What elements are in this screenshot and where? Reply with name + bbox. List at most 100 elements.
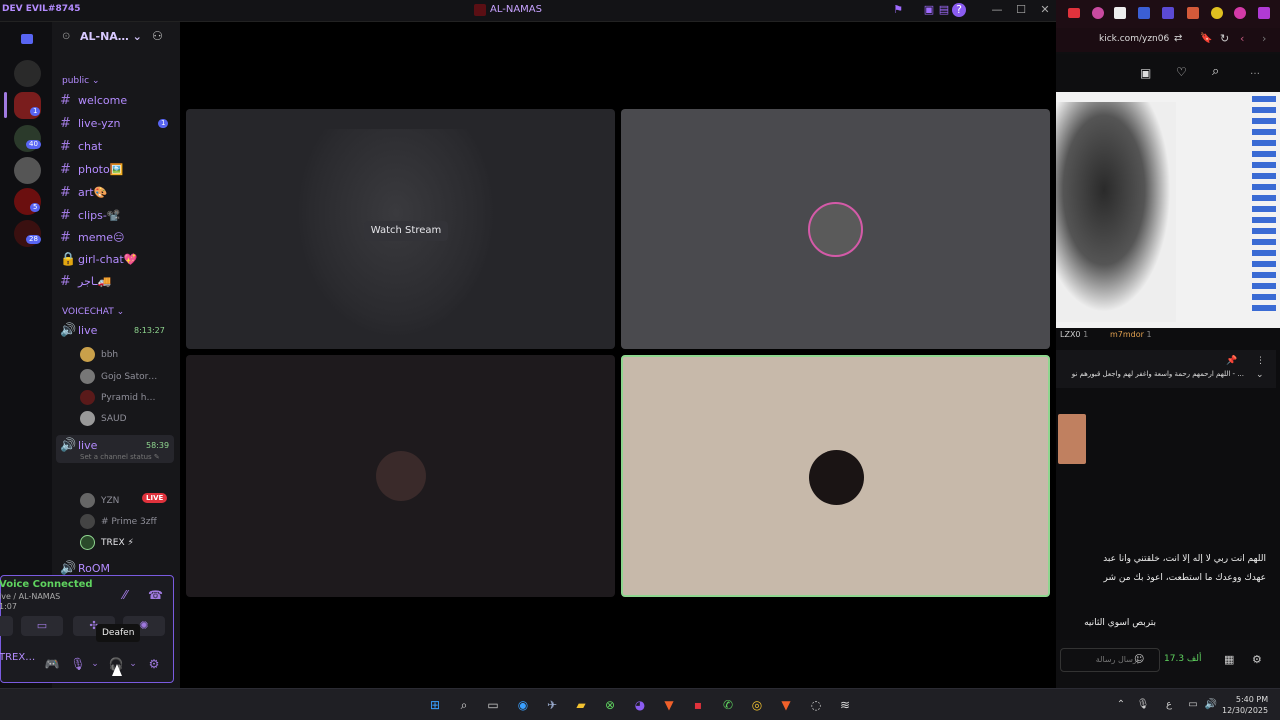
channel-meme[interactable]: # meme😑 (60, 227, 176, 248)
more-icon[interactable]: ⋮ (1256, 356, 1265, 366)
chevron-down-icon[interactable]: ⌄ (125, 656, 141, 672)
chevron-up-icon[interactable]: ⌃ (1112, 697, 1130, 713)
menu-icon[interactable]: … (1250, 66, 1260, 77)
channel-status[interactable]: Set a channel status ✎ (80, 453, 160, 461)
category-public[interactable]: public ⌄ (62, 76, 100, 86)
voice-status[interactable]: Voice Connected (0, 579, 93, 590)
minimize-icon[interactable]: — (988, 3, 1006, 17)
discord-icon[interactable]: ◕ (631, 697, 649, 713)
invite-people-icon[interactable]: ⚇ (152, 29, 163, 43)
close-icon[interactable]: ✕ (1036, 3, 1054, 17)
task-view-icon[interactable]: ▭ (484, 697, 502, 713)
user-tile[interactable] (621, 109, 1050, 349)
tab-icon[interactable] (1114, 7, 1126, 19)
pinned-message[interactable]: 📌 ⋮ ... - اللهم ارحمهم رحمة واسعة واغفر … (1056, 350, 1276, 388)
tab-icon[interactable] (1162, 7, 1174, 19)
windows-start-icon[interactable]: ⊞ (426, 697, 444, 713)
tab-icon[interactable] (1138, 7, 1150, 19)
user-tile-speaking[interactable] (621, 355, 1050, 597)
forward-icon[interactable]: › (1262, 32, 1266, 45)
tab-icon[interactable] (1187, 7, 1199, 19)
settings-gear-icon[interactable]: ⚙ (146, 656, 162, 672)
watch-stream-button[interactable]: Watch Stream (364, 221, 448, 241)
game-controller-icon[interactable]: 🎮 (44, 656, 60, 672)
direct-messages-icon[interactable] (21, 34, 33, 44)
inbox-icon[interactable]: ▤ (937, 3, 951, 17)
search-icon[interactable]: ⌕ (455, 697, 473, 713)
brave-icon[interactable]: ▼ (660, 697, 678, 713)
address-bar[interactable]: kick.com/yzn06 ⇄ 🔖 ↻ ‹ › (1056, 28, 1280, 52)
brave-icon[interactable]: ▼ (777, 697, 795, 713)
maximize-icon[interactable]: ☐ (1012, 3, 1030, 17)
channel-art[interactable]: # art🎨 (60, 182, 176, 203)
voice-user[interactable]: # Prime 3zff (80, 514, 157, 529)
url-text[interactable]: kick.com/yzn06 (1099, 34, 1169, 44)
chevron-down-icon[interactable]: ⌄ (87, 656, 103, 672)
tab-icon[interactable] (1211, 7, 1223, 19)
app-icon[interactable]: ◌ (807, 697, 825, 713)
disconnect-icon[interactable]: ☎ (148, 588, 163, 602)
camera-button[interactable] (0, 616, 13, 636)
voice-user[interactable]: Gojo Sator… (80, 369, 157, 384)
chat-user[interactable]: m7mdor 1 (1110, 330, 1152, 339)
xbox-icon[interactable]: ⊗ (601, 697, 619, 713)
voice-user[interactable]: SAUD (80, 411, 127, 426)
network-icon[interactable]: ▭ (1184, 697, 1202, 713)
youtube-icon[interactable] (1068, 8, 1080, 18)
category-voicechat[interactable]: VOICECHAT ⌄ (62, 307, 124, 317)
back-icon[interactable]: ‹ (1240, 32, 1244, 45)
channel-girl-chat[interactable]: 🔒 girl-chat💖 (60, 249, 176, 270)
microphone-icon[interactable]: 🎙 (70, 656, 86, 672)
steam-icon[interactable]: ✈ (543, 697, 561, 713)
help-icon[interactable]: ? (952, 3, 966, 17)
inbox-flag-icon[interactable]: ⚑ (891, 3, 905, 17)
voice-channel-live-active[interactable]: 🔊 live 58:39 Set a channel status ✎ (56, 435, 174, 463)
channel-arabic[interactable]: # ـاجر🚚 (60, 271, 176, 292)
language-indicator[interactable]: ع (1160, 697, 1178, 713)
screen-icon[interactable]: ▣ (922, 3, 936, 17)
search-icon[interactable]: ⌕ (1212, 64, 1219, 79)
voice-user[interactable]: TREX ⚡ (80, 535, 134, 550)
server-icon[interactable] (14, 60, 41, 87)
tab-icon[interactable] (1258, 7, 1270, 19)
edge-icon[interactable]: ◉ (514, 697, 532, 713)
user-tile[interactable] (186, 355, 615, 597)
noise-suppression-icon[interactable]: ⁄⁄ (123, 588, 127, 602)
server-name[interactable]: AL-NA… ⌄ (80, 30, 142, 43)
emoji-icon[interactable]: ☺ (1134, 654, 1144, 665)
chrome-icon[interactable]: ◎ (748, 697, 766, 713)
voice-user[interactable]: YZN LIVE (80, 493, 168, 508)
chat-input[interactable]: إرسال رسالة (1060, 648, 1160, 672)
screen-share-button[interactable]: ▭ (21, 616, 63, 636)
voice-user[interactable]: Pyramid h… (80, 390, 156, 405)
clock[interactable]: 5:40 PM 12/30/2025 (1222, 694, 1268, 716)
chevron-down-icon[interactable]: ⌄ (1256, 370, 1264, 380)
channel-clips[interactable]: # clips-📽️ (60, 205, 176, 226)
volume-icon[interactable]: 🔊 (1202, 697, 1220, 713)
channel-live-yzn[interactable]: # live-yzn 1 (60, 113, 176, 134)
tune-icon[interactable]: ⇄ (1174, 33, 1182, 44)
voice-channel-live[interactable]: 🔊 live 8:13:27 (60, 320, 176, 341)
bookmark-icon[interactable]: 🔖 (1200, 33, 1212, 44)
theater-icon[interactable]: ▣ (1140, 66, 1151, 80)
stream-video[interactable] (1056, 92, 1280, 328)
username[interactable]: TREX… (0, 652, 35, 663)
voice-user[interactable]: bbh (80, 347, 118, 362)
channel-chat[interactable]: # chat (60, 136, 176, 157)
chat-user[interactable]: LZX0 1 (1060, 330, 1088, 339)
app-icon[interactable]: ▪ (689, 697, 707, 713)
tab-icon[interactable] (1234, 7, 1246, 19)
settings-gear-icon[interactable]: ⚙ (1252, 653, 1262, 666)
microphone-icon[interactable]: 🎙 (1134, 697, 1152, 713)
voice-location[interactable]: ive / AL-NAMAS (0, 592, 60, 601)
gift-icon[interactable]: ▦ (1224, 653, 1234, 666)
file-explorer-icon[interactable]: ▰ (572, 697, 590, 713)
heart-icon[interactable]: ♡ (1176, 65, 1187, 79)
reload-icon[interactable]: ↻ (1220, 32, 1229, 45)
channel-welcome[interactable]: # welcome (60, 90, 176, 111)
channel-photo[interactable]: # photo🖼️ (60, 159, 176, 180)
app-icon[interactable]: ≋ (836, 697, 854, 713)
server-icon[interactable] (14, 157, 41, 184)
stream-tile[interactable]: Watch Stream (186, 109, 615, 349)
whatsapp-icon[interactable]: ✆ (719, 697, 737, 713)
